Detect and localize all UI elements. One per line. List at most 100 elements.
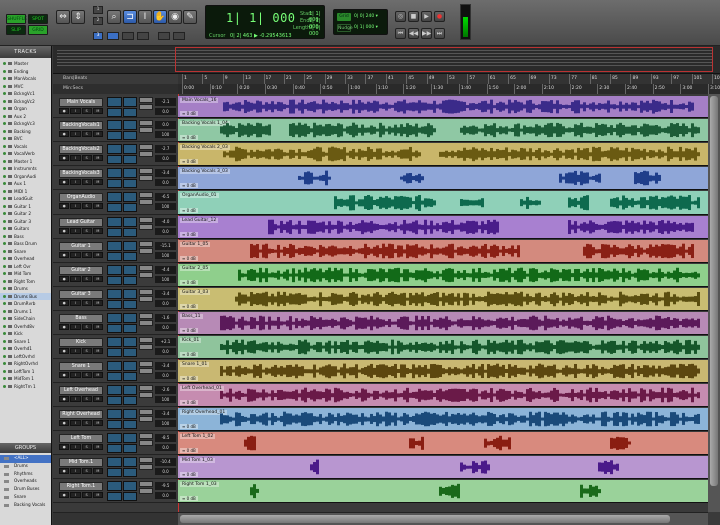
track-visible-dot-icon[interactable] (3, 234, 6, 238)
track-pan[interactable]: 0.0 (155, 372, 176, 379)
track-volume[interactable]: -4.4 (155, 266, 176, 274)
link-track-button[interactable] (122, 32, 134, 40)
mute-button[interactable]: M (92, 492, 103, 498)
mute-button[interactable]: M (92, 348, 103, 354)
input-monitor-button[interactable]: I (70, 228, 81, 234)
track-visible-dot-icon[interactable] (3, 249, 6, 253)
input-monitor-button[interactable]: I (70, 324, 81, 330)
solo-button[interactable]: S (81, 444, 92, 450)
clip-gain-icon[interactable]: ≡ 0 dB (180, 183, 198, 188)
io-selectors[interactable] (139, 168, 153, 188)
input-monitor-button[interactable]: I (70, 468, 81, 474)
group-list-item[interactable]: Drums (0, 463, 51, 471)
track-volume[interactable]: 0.0 (155, 121, 176, 129)
horizontal-scroll-thumb[interactable] (180, 515, 670, 523)
record-enable-button[interactable]: ● (59, 252, 70, 258)
track-playlist-lane[interactable]: Right Overhead_01 ≡ 0 dB (178, 408, 720, 431)
io-selectors[interactable] (139, 241, 153, 261)
insert-slots[interactable] (107, 433, 137, 453)
return-to-zero-icon[interactable]: ⏮ (395, 28, 406, 39)
track-name-button[interactable]: BackingVocals1 (59, 121, 103, 130)
track-visible-dot-icon[interactable] (3, 272, 6, 276)
zoom-preset-1[interactable]: 1 (93, 6, 103, 14)
solo-button[interactable]: S (81, 131, 92, 137)
track-list-item[interactable]: Backing (0, 128, 51, 136)
track-pan[interactable]: 0.0 (155, 468, 176, 475)
group-list-item[interactable]: Rhythms (0, 471, 51, 479)
track-list-item[interactable]: Right Tom (0, 278, 51, 286)
insert-slots[interactable] (107, 192, 137, 212)
track-visible-dot-icon[interactable] (3, 369, 6, 373)
solo-button[interactable]: S (81, 155, 92, 161)
insert-slots[interactable] (107, 217, 137, 237)
track-visible-dot-icon[interactable] (3, 317, 6, 321)
track-list-item[interactable]: Master (0, 60, 51, 68)
track-playlist-lane[interactable]: Right Tom 1_03 ≡ 0 dB (178, 480, 720, 503)
horizontal-scrollbar[interactable] (178, 512, 708, 525)
track-list-item[interactable]: Guitar 2 (0, 210, 51, 218)
track-name-button[interactable]: Left Overhead (59, 386, 103, 395)
shuffle-mode-button[interactable]: SHUFFLE (6, 14, 27, 24)
solo-button[interactable]: S (81, 324, 92, 330)
zoom-in-icon[interactable]: ⇔ (56, 10, 70, 24)
clip-gain-icon[interactable]: ≡ 0 dB (180, 208, 198, 213)
trim-tool-icon[interactable]: ⊐ (123, 10, 137, 24)
record-enable-button[interactable]: ● (59, 348, 70, 354)
track-visible-dot-icon[interactable] (3, 309, 6, 313)
track-list-item[interactable]: MidTom 1 (0, 375, 51, 383)
clip-gain-icon[interactable]: ≡ 0 dB (180, 400, 198, 405)
track-name-button[interactable]: BackingVocals3 (59, 169, 103, 178)
track-list-item[interactable]: Overhead (0, 255, 51, 263)
clip-gain-icon[interactable]: ≡ 0 dB (180, 496, 198, 501)
track-name-button[interactable]: Guitar 2 (59, 266, 103, 275)
track-list-item[interactable]: LeftTom 1 (0, 368, 51, 376)
track-visible-dot-icon[interactable] (3, 242, 6, 246)
track-pan[interactable]: 100 (155, 131, 176, 138)
tab-transients-button[interactable] (158, 32, 170, 40)
input-monitor-button[interactable]: I (70, 372, 81, 378)
clip-gain-icon[interactable]: ≡ 0 dB (180, 280, 198, 285)
input-monitor-button[interactable]: I (70, 203, 81, 209)
clip-gain-icon[interactable]: ≡ 0 dB (180, 424, 198, 429)
track-visible-dot-icon[interactable] (3, 167, 6, 171)
track-pan[interactable]: 100 (155, 396, 176, 403)
track-visible-dot-icon[interactable] (3, 264, 6, 268)
track-volume[interactable]: -4.0 (155, 218, 176, 226)
mute-button[interactable]: M (92, 300, 103, 306)
record-enable-button[interactable]: ● (59, 276, 70, 282)
pencil-tool-icon[interactable]: ✎ (183, 10, 197, 24)
track-list-item[interactable]: RightOvrhd (0, 360, 51, 368)
insert-slots[interactable] (107, 289, 137, 309)
record-enable-button[interactable]: ● (59, 300, 70, 306)
record-enable-button[interactable]: ● (59, 396, 70, 402)
track-visible-dot-icon[interactable] (3, 332, 6, 336)
track-visible-dot-icon[interactable] (3, 62, 6, 66)
solo-button[interactable]: S (81, 203, 92, 209)
track-visible-dot-icon[interactable] (3, 137, 6, 141)
mute-button[interactable]: M (92, 324, 103, 330)
track-playlist-lane[interactable]: Backing Vocals 2_03 ≡ 0 dB (178, 143, 720, 166)
track-list-item[interactable]: LeadGuit (0, 195, 51, 203)
bars-beats-ruler[interactable]: 1 5 9 13 17 21 25 29 33 37 41 45 49 53 57 61 65 69 73 77 81 8… (178, 74, 720, 84)
track-pan[interactable]: 0.0 (155, 108, 176, 115)
solo-button[interactable]: S (81, 396, 92, 402)
track-visible-dot-icon[interactable] (3, 107, 6, 111)
link-timeline-button[interactable] (107, 32, 119, 40)
track-name-button[interactable]: OrganAudio (59, 193, 103, 202)
clip-gain-icon[interactable]: ≡ 0 dB (180, 472, 198, 477)
nudge-toggle-button[interactable]: Nudge (337, 24, 353, 32)
zoom-out-icon[interactable]: ⇕ (71, 10, 85, 24)
track-name-button[interactable]: Kick (59, 338, 103, 347)
track-volume[interactable]: -3.4 (155, 410, 176, 418)
mute-button[interactable]: M (92, 203, 103, 209)
solo-button[interactable]: S (81, 372, 92, 378)
track-volume[interactable]: -8.5 (155, 434, 176, 442)
track-list-item[interactable]: Organ (0, 105, 51, 113)
input-monitor-button[interactable]: I (70, 444, 81, 450)
track-visible-dot-icon[interactable] (3, 159, 6, 163)
io-selectors[interactable] (139, 144, 153, 164)
track-playlist-lane[interactable]: Snare 1_01 ≡ 0 dB (178, 360, 720, 383)
clip-gain-icon[interactable]: ≡ 0 dB (180, 376, 198, 381)
track-pan[interactable]: 100 (155, 252, 176, 259)
track-pan[interactable]: 0.0 (155, 492, 176, 499)
